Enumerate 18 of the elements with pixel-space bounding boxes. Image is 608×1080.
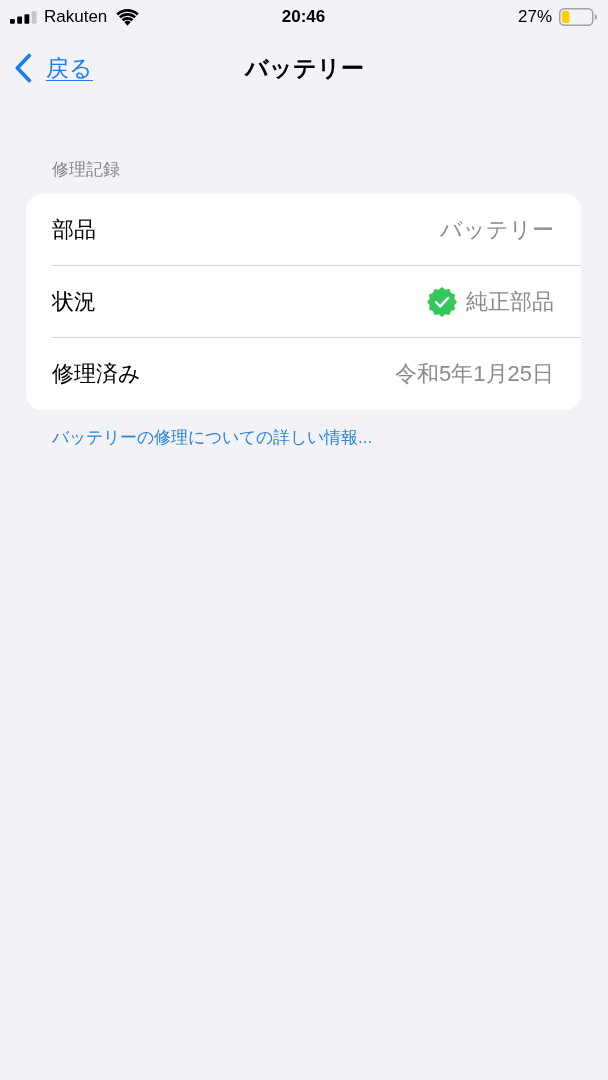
chevron-left-icon xyxy=(14,53,32,83)
row-value: バッテリー xyxy=(440,215,554,244)
signal-icon xyxy=(10,10,37,24)
more-info-link[interactable]: バッテリーの修理についての詳しい情報... xyxy=(52,426,373,449)
checkmark-seal-icon xyxy=(427,286,457,317)
wifi-icon xyxy=(116,8,140,26)
row-value: 純正部品 xyxy=(466,287,554,316)
row-label: 部品 xyxy=(52,215,96,244)
row-label: 状況 xyxy=(52,287,96,316)
page-title: バッテリー xyxy=(244,53,364,83)
battery-icon xyxy=(559,8,597,26)
back-button[interactable]: 戻る xyxy=(14,52,93,84)
status-time: 20:46 xyxy=(281,7,326,27)
section-header: 修理記録 xyxy=(52,159,120,181)
carrier-name: Rakuten xyxy=(44,7,108,27)
row-label: 修理済み xyxy=(52,360,141,388)
battery-percentage: 27% xyxy=(517,7,552,27)
row-value: 令和5年1月25日 xyxy=(395,360,554,388)
